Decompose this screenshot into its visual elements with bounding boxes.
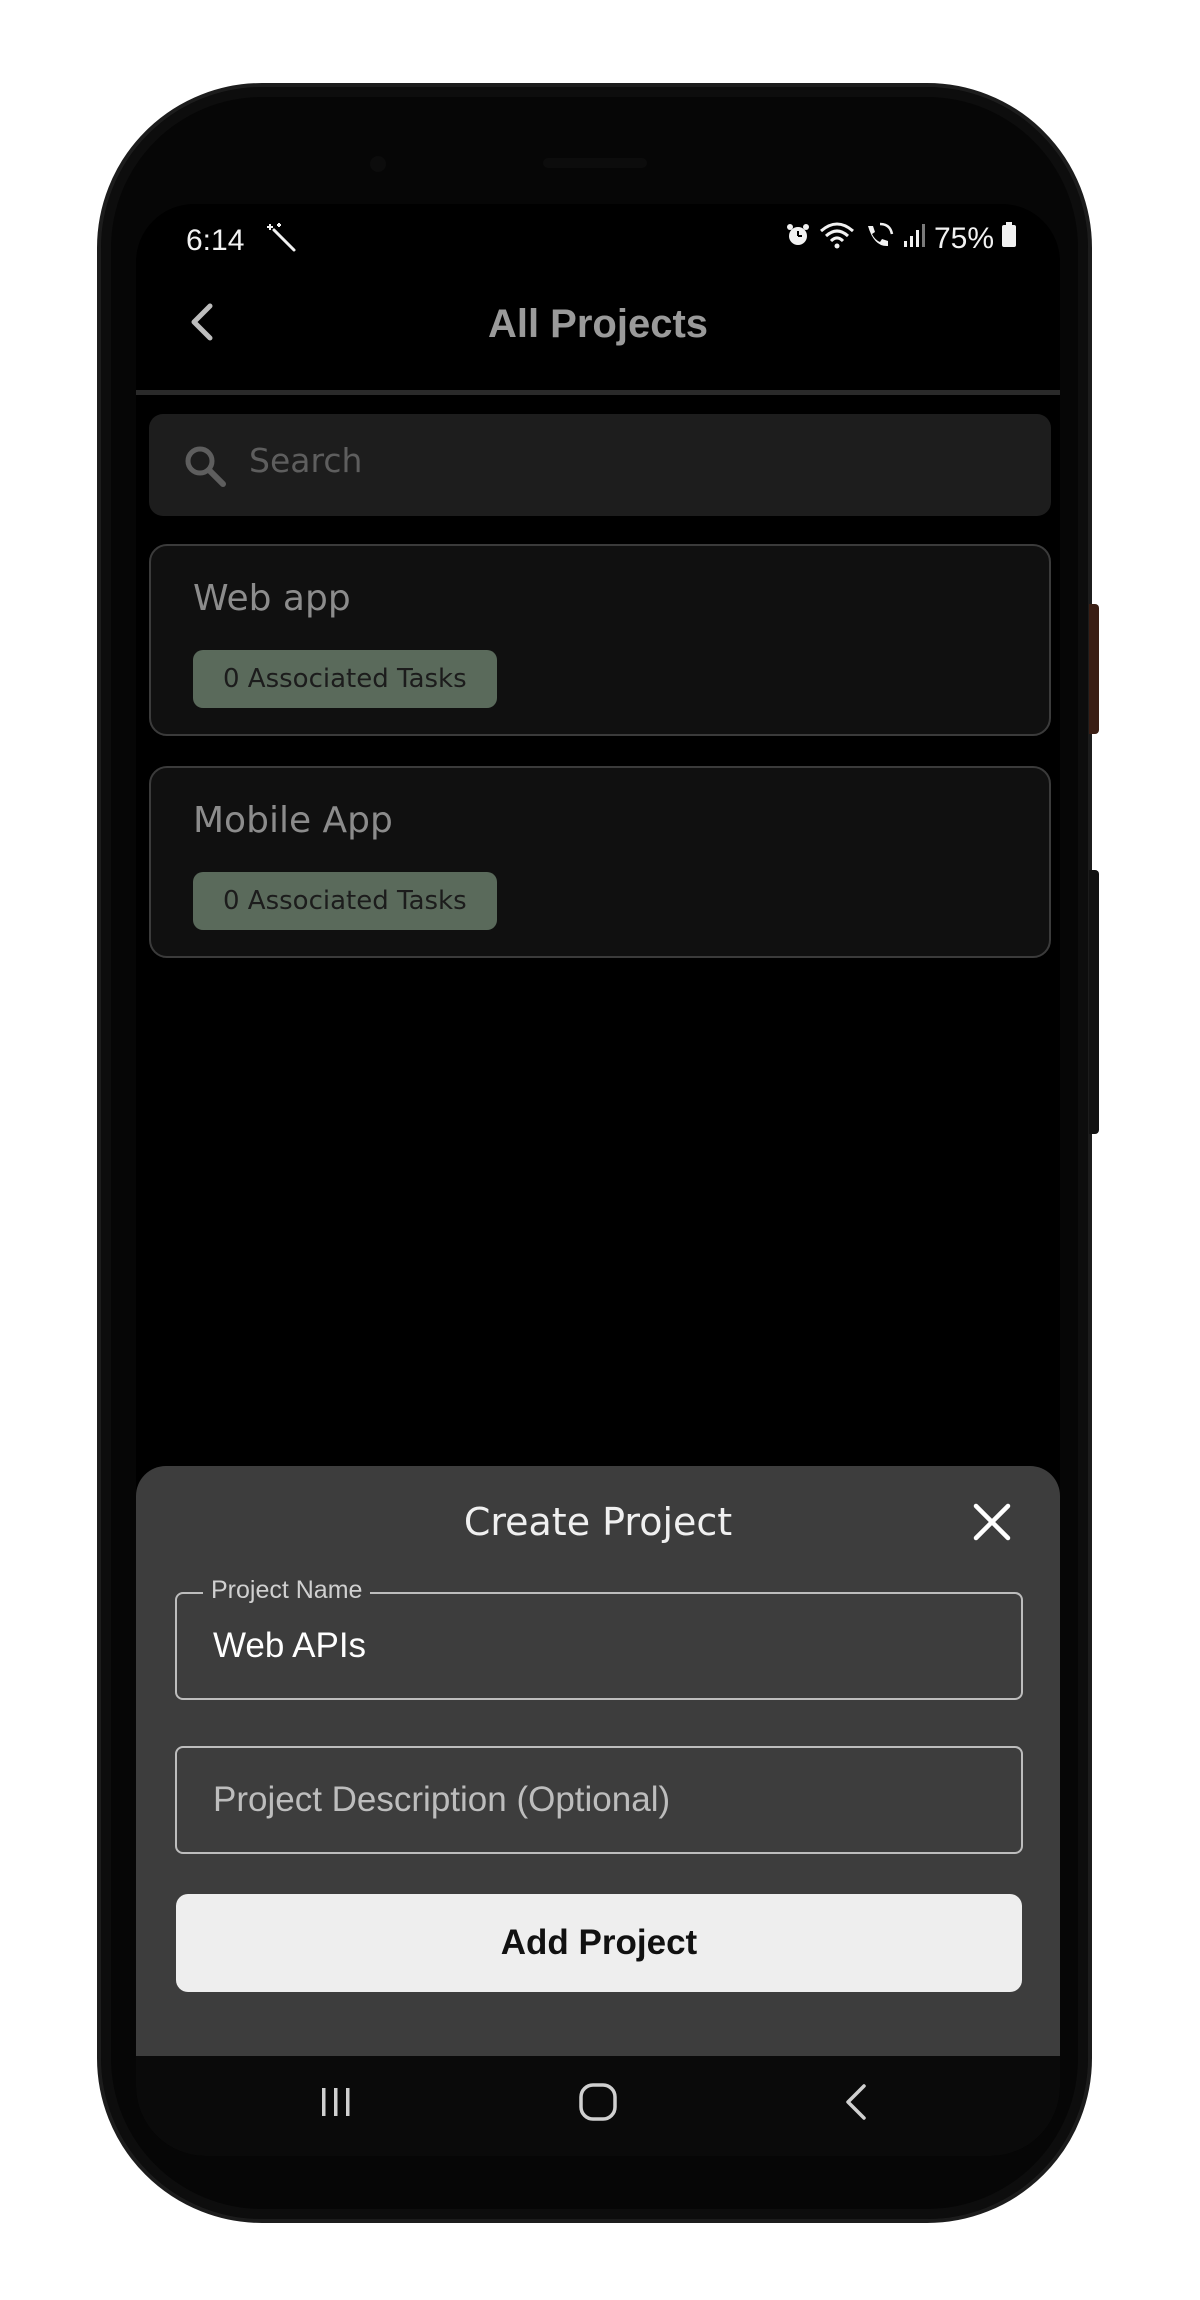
status-time: 6:14 (186, 224, 245, 257)
screen: 6:14 75% All Projects Search Web app 0 A… (136, 204, 1060, 2156)
system-back-button[interactable] (816, 2074, 896, 2134)
recents-icon (316, 2082, 356, 2126)
alarm-icon (784, 221, 812, 257)
associated-tasks-badge: 0 Associated Tasks (193, 872, 497, 930)
project-name-input[interactable]: Web APIs (213, 1626, 366, 1666)
project-name-field[interactable]: Project Name Web APIs (175, 1576, 1023, 1700)
search-icon (183, 444, 227, 492)
project-name: Mobile App (193, 800, 393, 841)
close-icon (972, 1502, 1012, 1546)
wifi-calling-icon (862, 220, 896, 258)
close-button[interactable] (964, 1496, 1020, 1552)
project-name: Web app (193, 578, 351, 619)
home-icon (576, 2080, 620, 2128)
home-button[interactable] (558, 2074, 638, 2134)
add-project-button[interactable]: Add Project (176, 1894, 1022, 1992)
earpiece-speaker (543, 158, 647, 168)
project-card[interactable]: Mobile App 0 Associated Tasks (149, 766, 1051, 958)
power-button (1089, 604, 1099, 734)
sheet-title: Create Project (463, 1500, 733, 1544)
project-description-input[interactable]: Project Description (Optional) (213, 1780, 670, 1820)
front-camera (370, 156, 386, 172)
associated-tasks-badge: 0 Associated Tasks (193, 650, 497, 708)
create-project-sheet: Create Project Project Name Web APIs Pro… (136, 1466, 1060, 2056)
project-name-label: Project Name (203, 1576, 371, 1605)
recents-button[interactable] (296, 2074, 376, 2134)
page-title: All Projects (487, 302, 709, 346)
volume-button (1089, 870, 1099, 1134)
project-card[interactable]: Web app 0 Associated Tasks (149, 544, 1051, 736)
search-bar[interactable]: Search (149, 414, 1051, 516)
appbar-divider (136, 390, 1060, 395)
battery-icon (1000, 220, 1018, 258)
wifi-icon (818, 220, 856, 258)
system-nav-bar (136, 2056, 1060, 2156)
project-description-field[interactable]: Project Description (Optional) (175, 1746, 1023, 1854)
battery-percent: 75% (933, 222, 994, 255)
status-icons: 75% (784, 220, 1018, 258)
signal-icon (902, 221, 928, 257)
back-icon (838, 2080, 874, 2128)
magic-wand-icon (264, 220, 300, 260)
search-input[interactable]: Search (249, 441, 362, 480)
